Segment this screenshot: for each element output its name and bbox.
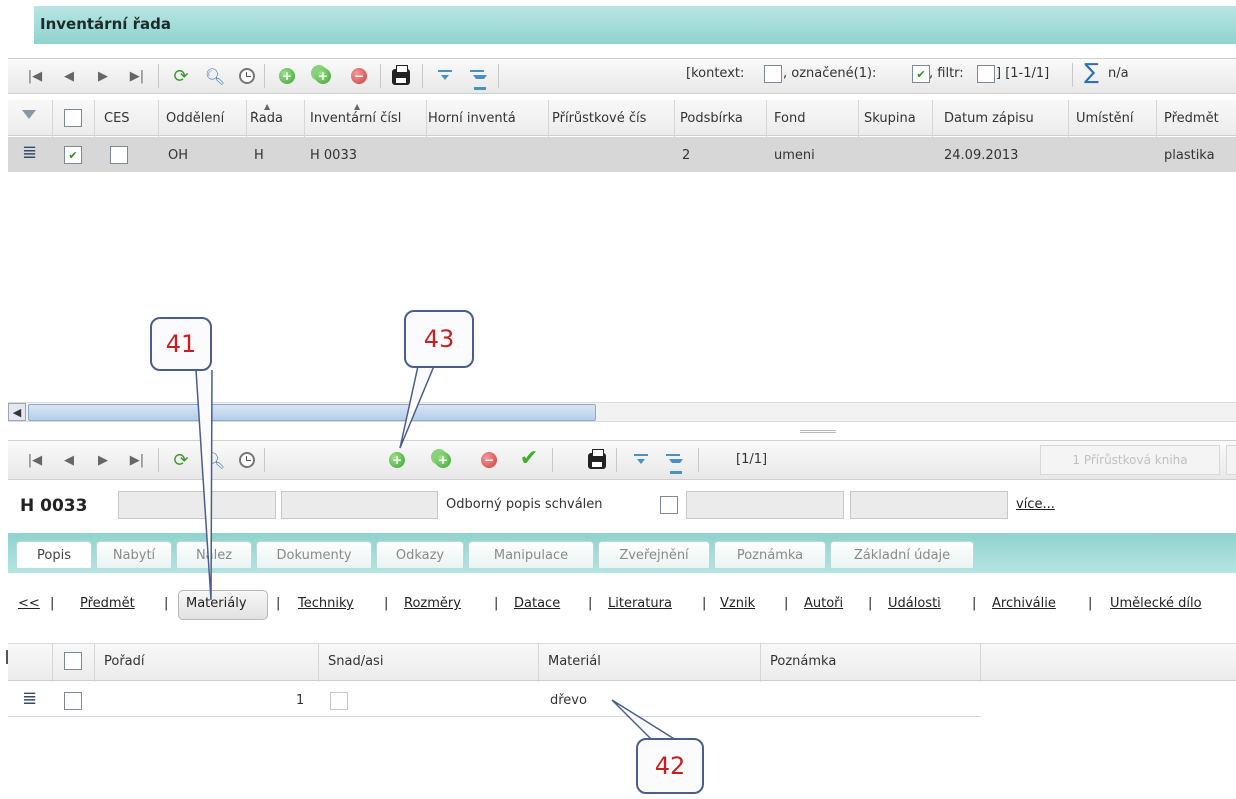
callout-42: 42 <box>636 738 704 794</box>
callout-42-pointer <box>611 699 677 741</box>
callout-43: 43 <box>404 310 474 368</box>
callout-43-pointer <box>399 365 435 449</box>
callout-41: 41 <box>150 317 212 371</box>
callout-pointers <box>195 365 677 741</box>
callout-43-label: 43 <box>423 325 455 353</box>
callout-41-label: 41 <box>165 330 197 358</box>
callout-42-label: 42 <box>654 752 686 780</box>
left-edge-marker <box>6 650 8 664</box>
callout-41-pointer <box>195 369 213 601</box>
